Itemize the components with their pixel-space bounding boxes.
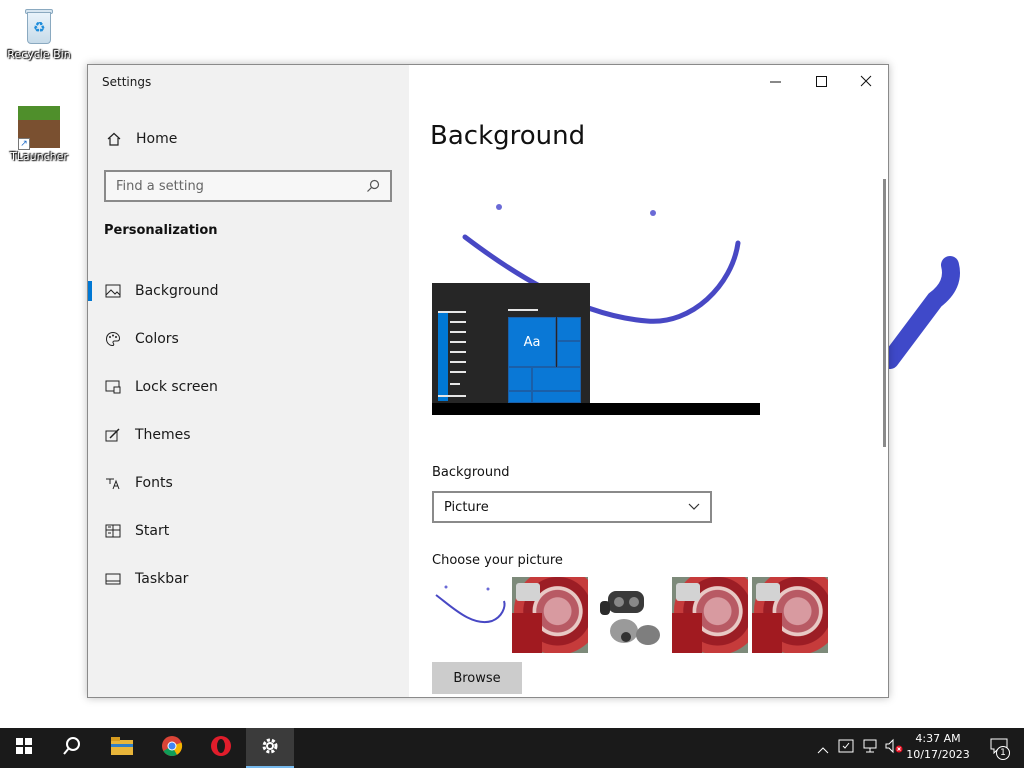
settings-window: Settings Home Personalization Background	[87, 64, 889, 698]
chrome-button[interactable]	[148, 728, 196, 768]
lock-screen-icon	[105, 380, 121, 394]
page-title: Background	[430, 121, 586, 151]
system-clock[interactable]: 4:37 AM 10/17/2023	[900, 731, 976, 763]
taskbar: 4:37 AM 10/17/2023 1	[0, 728, 1024, 768]
personalization-nav: Background Colors Lock screen Themes Fon…	[88, 267, 409, 603]
sidebar-item-label: Lock screen	[135, 379, 218, 395]
settings-button[interactable]	[246, 728, 294, 768]
security-tray-button[interactable]	[836, 728, 856, 768]
sidebar-item-label: Taskbar	[135, 571, 189, 587]
sidebar-item-colors[interactable]: Colors	[88, 315, 409, 363]
background-type-dropdown[interactable]: Picture	[432, 491, 712, 523]
search-icon	[62, 736, 82, 760]
minecraft-grass-block-icon: ↗	[18, 106, 60, 150]
chevron-up-icon	[817, 739, 829, 758]
close-icon	[860, 72, 872, 91]
picture-thumb-smiley[interactable]	[432, 577, 508, 653]
background-type-value: Picture	[444, 499, 489, 515]
preview-start-menu: Aa	[432, 283, 590, 403]
sidebar-item-fonts[interactable]: Fonts	[88, 459, 409, 507]
scrollbar[interactable]	[883, 179, 886, 447]
sidebar-item-themes[interactable]: Themes	[88, 411, 409, 459]
palette-icon	[105, 331, 121, 347]
recycle-bin-icon: ♻	[22, 6, 56, 46]
windows-start-icon	[16, 738, 32, 758]
maximize-icon	[815, 72, 827, 91]
picture-thumb-2[interactable]	[672, 577, 748, 653]
preview-tile: Aa	[508, 317, 556, 367]
picture-thumb-3[interactable]	[752, 577, 828, 653]
opera-icon	[210, 735, 232, 761]
sidebar-item-label: Colors	[135, 331, 179, 347]
desktop-preview: Aa	[432, 175, 762, 420]
sidebar-item-lock-screen[interactable]: Lock screen	[88, 363, 409, 411]
personalization-heading: Personalization	[104, 223, 218, 238]
close-button[interactable]	[843, 65, 888, 97]
home-nav-item[interactable]: Home	[88, 125, 409, 153]
tlauncher-shortcut[interactable]: ↗ TLauncher	[4, 106, 74, 163]
start-button[interactable]	[0, 728, 48, 768]
home-label: Home	[136, 131, 178, 147]
window-title: Settings	[102, 75, 152, 89]
clock-date: 10/17/2023	[906, 748, 970, 761]
sidebar-item-label: Start	[135, 523, 170, 539]
sidebar-item-label: Background	[135, 283, 219, 299]
sidebar-item-background[interactable]: Background	[88, 267, 409, 315]
search-button[interactable]	[48, 728, 96, 768]
recycle-bin-label: Recycle Bin	[7, 48, 71, 61]
notification-count-badge: 1	[996, 746, 1010, 760]
find-setting-search	[104, 170, 392, 202]
background-page: Background Aa Background Picture Choose …	[409, 65, 888, 697]
choose-picture-label: Choose your picture	[432, 553, 563, 568]
picture-icon	[105, 284, 121, 298]
picture-thumb-robot[interactable]	[592, 577, 668, 653]
chevron-down-icon	[688, 500, 700, 515]
clock-time: 4:37 AM	[915, 732, 961, 745]
network-tray-button[interactable]	[860, 728, 880, 768]
browse-button[interactable]: Browse	[432, 662, 522, 694]
tlauncher-label: TLauncher	[10, 150, 68, 163]
action-center-button[interactable]: 1	[982, 728, 1016, 768]
recycle-bin-shortcut[interactable]: ♻ Recycle Bin	[4, 6, 74, 61]
start-icon	[105, 524, 121, 538]
background-type-label: Background	[432, 465, 510, 480]
show-hidden-icons-button[interactable]	[814, 728, 832, 768]
minimize-icon	[769, 72, 781, 91]
sidebar-item-label: Themes	[135, 427, 191, 443]
home-icon	[106, 131, 122, 147]
chrome-icon	[161, 735, 183, 761]
fonts-icon	[105, 476, 121, 490]
sidebar-item-label: Fonts	[135, 475, 173, 491]
picture-thumbnails	[432, 577, 828, 653]
settings-gear-icon	[260, 736, 280, 760]
opera-button[interactable]	[197, 728, 245, 768]
minimize-button[interactable]	[752, 65, 798, 97]
search-input[interactable]	[106, 172, 364, 200]
sidebar-item-taskbar[interactable]: Taskbar	[88, 555, 409, 603]
network-icon	[862, 738, 878, 758]
search-icon[interactable]	[364, 179, 382, 193]
themes-icon	[105, 427, 121, 443]
taskbar-icon	[105, 573, 121, 585]
maximize-button[interactable]	[798, 65, 844, 97]
preview-taskbar	[432, 403, 760, 415]
file-explorer-button[interactable]	[98, 728, 146, 768]
active-indicator	[88, 281, 92, 301]
picture-thumb-1[interactable]	[512, 577, 588, 653]
security-icon	[838, 738, 854, 758]
settings-sidebar: Settings Home Personalization Background	[88, 65, 409, 697]
sidebar-item-start[interactable]: Start	[88, 507, 409, 555]
file-explorer-icon	[111, 737, 133, 759]
